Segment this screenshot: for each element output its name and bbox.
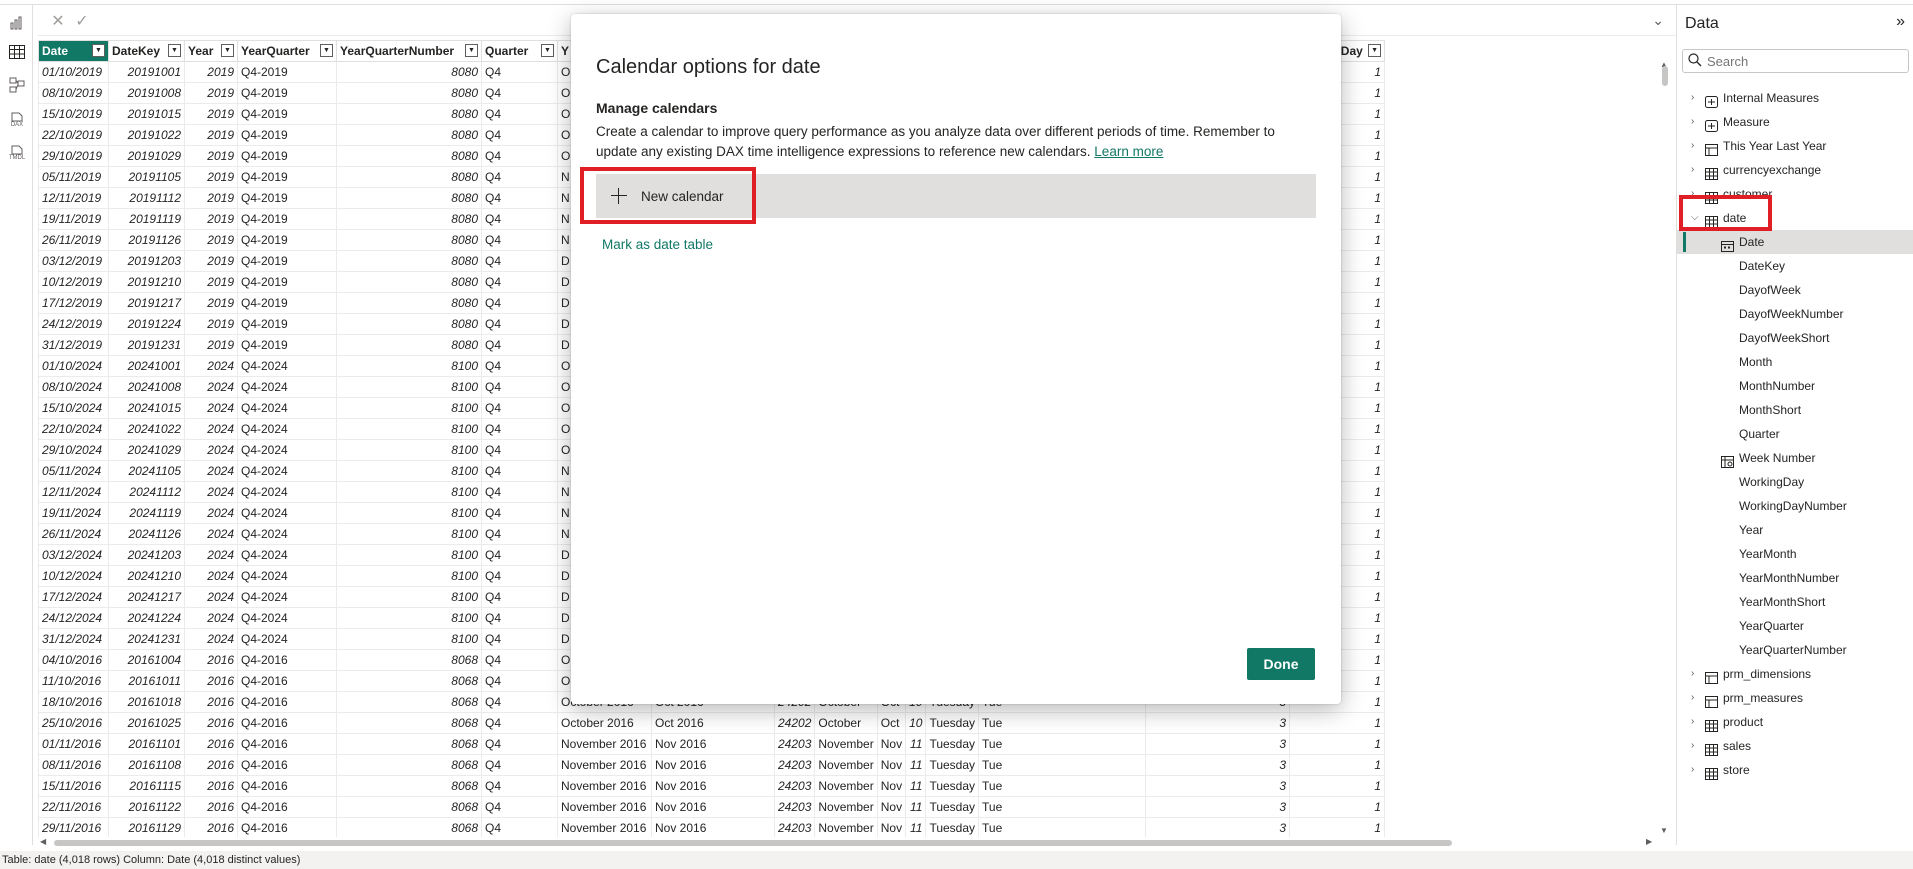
highlight-new-calendar — [580, 167, 756, 224]
dialog-title: Calendar options for date — [596, 56, 821, 78]
highlight-date-table — [1679, 195, 1772, 231]
dialog-subtitle: Manage calendars — [596, 100, 718, 116]
learn-more-link[interactable]: Learn more — [1094, 144, 1163, 159]
calendar-options-dialog: Calendar options for date Manage calenda… — [571, 14, 1341, 704]
description-text: Create a calendar to improve query perfo… — [596, 124, 1275, 159]
done-button[interactable]: Done — [1247, 648, 1315, 680]
dialog-description: Create a calendar to improve query perfo… — [596, 122, 1316, 162]
mark-as-date-table-link[interactable]: Mark as date table — [602, 237, 713, 252]
dialog-overlay: Calendar options for date Manage calenda… — [0, 0, 1913, 869]
